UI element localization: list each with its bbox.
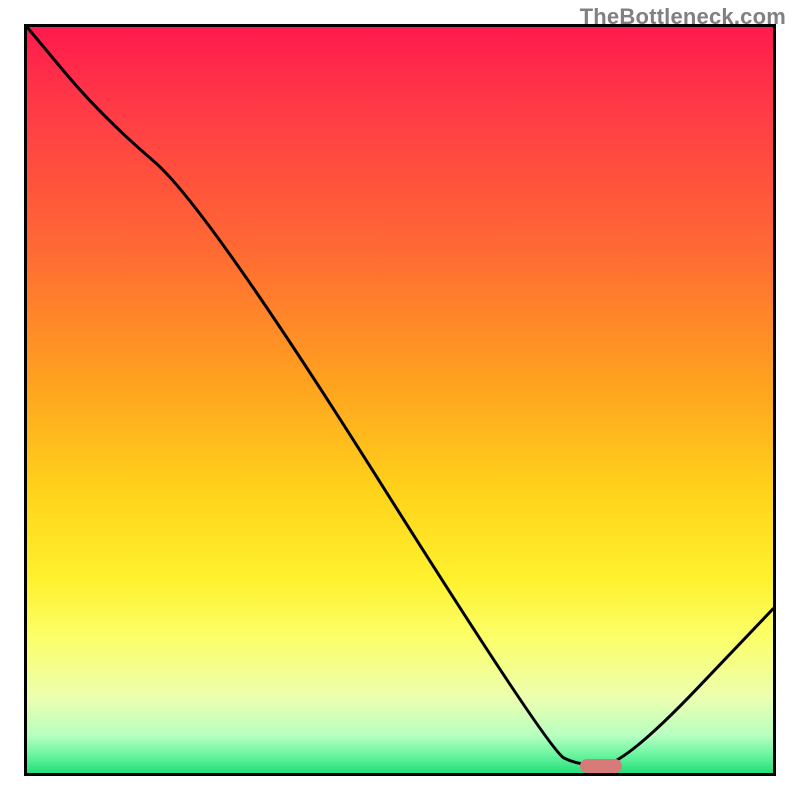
bottleneck-curve	[27, 27, 773, 773]
optimal-marker-pill	[580, 759, 622, 773]
plot-area	[24, 24, 776, 776]
